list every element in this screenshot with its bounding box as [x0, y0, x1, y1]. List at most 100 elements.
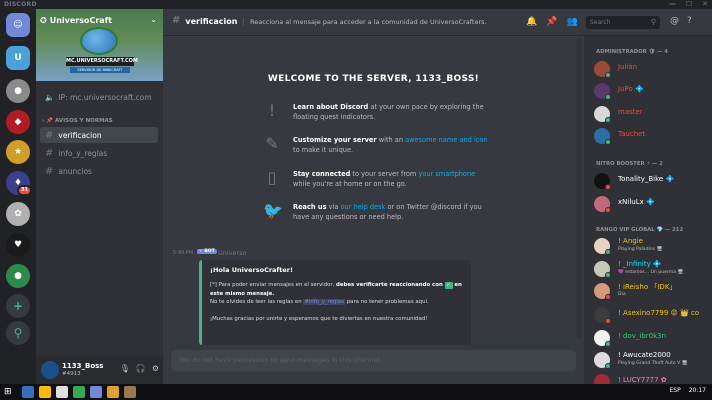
channel-mention[interactable]: #info_y_reglas: [303, 299, 346, 305]
server-icon-server-a[interactable]: ●: [6, 79, 30, 103]
clock[interactable]: 20:17: [689, 387, 706, 394]
tip-link[interactable]: your smartphone: [418, 170, 475, 178]
microphone-icon[interactable]: 🎙: [120, 364, 130, 373]
server-icon-server-c[interactable]: ★: [6, 140, 30, 164]
server-icon-server-g[interactable]: ●: [6, 264, 30, 288]
taskbar-app-icon[interactable]: [124, 386, 136, 398]
taskbar-app-icon[interactable]: [39, 386, 51, 398]
server-icon-server-f[interactable]: ♥: [6, 233, 30, 257]
channel-verificacion[interactable]: # verificacion: [40, 127, 158, 143]
status-indicator: [605, 207, 611, 213]
tip-link[interactable]: our help desk: [341, 203, 386, 211]
username: 1133_Boss: [62, 362, 104, 370]
server-separator: [12, 40, 24, 41]
member-item[interactable]: xNiluLx 💠: [594, 195, 708, 215]
avatar[interactable]: [41, 361, 59, 379]
member-activity: Playing Grand Theft Auto V 🖥: [618, 361, 688, 366]
server-icon-universocraft[interactable]: U: [6, 46, 30, 70]
status-indicator: [605, 272, 611, 278]
taskbar-app-icon[interactable]: [107, 386, 119, 398]
title-bar: DISCORD — ☐ ✕: [0, 0, 712, 9]
mention-badge: 31: [17, 185, 32, 196]
close-icon[interactable]: ✕: [702, 0, 708, 9]
taskbar-app-icon[interactable]: [73, 386, 85, 398]
server-name-row[interactable]: ✪ UniversoCraft: [40, 16, 112, 25]
help-icon[interactable]: ?: [687, 16, 692, 26]
message-input[interactable]: You do not have permission to send messa…: [171, 350, 576, 371]
embed-text: ¡Muchas gracias por unirte y esperamos q…: [210, 316, 428, 322]
status-indicator: [605, 72, 611, 78]
member-item[interactable]: ! Angie Playing Paladins 🖥: [594, 237, 708, 257]
server-icon-server-e[interactable]: ✿: [6, 202, 30, 226]
member-item[interactable]: ! _Infinity 💠 💜 estamos... Un puerma 🖥: [594, 260, 708, 280]
member-name: ! dov_ibr0k3n: [618, 332, 667, 340]
member-category: ADMINISTRADOR 🛡 — 4: [596, 49, 668, 55]
embed-title: ¡Hola UniversoCrafter!: [210, 266, 293, 274]
maximize-icon[interactable]: ☐: [686, 0, 692, 9]
pin-icon[interactable]: 📌: [546, 17, 557, 27]
embed-text: [*] Para poder enviar mensajes en el ser…: [210, 282, 337, 288]
status-indicator: [605, 184, 611, 190]
user-panel: 1133_Boss #4913 🎙 🎧 ⚙: [36, 356, 163, 384]
member-item[interactable]: Tauchet: [594, 127, 708, 147]
server-logo: [80, 27, 118, 55]
language-indicator[interactable]: ESP: [669, 387, 680, 394]
app-title: DISCORD: [4, 1, 37, 8]
server-banner[interactable]: ✪ UniversoCraft ⌄ MC.UNIVERSOCRAFT.COM S…: [36, 9, 163, 81]
taskbar-app-icon[interactable]: [56, 386, 68, 398]
chevron-down-icon[interactable]: ⌄: [150, 15, 157, 24]
notification-bell-icon[interactable]: 🔔: [526, 17, 537, 27]
explore-servers-icon[interactable]: ⚲: [6, 321, 30, 345]
server-name: UniversoCraft: [49, 16, 112, 25]
windows-start-icon[interactable]: ⊞: [4, 387, 12, 397]
member-name: ! Angie: [618, 237, 643, 245]
ip-voice-channel[interactable]: 🔈 IP: mc.universocraft.com: [45, 93, 152, 102]
server-icon-server-d[interactable]: ♦ 31: [6, 171, 32, 196]
taskbar-app-icon[interactable]: [90, 386, 102, 398]
search-placeholder: Search: [590, 19, 611, 26]
scrollbar[interactable]: [577, 38, 581, 338]
welcome-tip: ! Learn about Discord at your own pace by…: [263, 102, 493, 122]
members-icon[interactable]: 👥: [566, 17, 577, 27]
member-name: Tonality_Bike 💠: [618, 175, 675, 183]
category-avisos[interactable]: › 📌 AVISOS Y NORMAS: [42, 118, 113, 124]
pin-icon: 📌: [46, 118, 54, 124]
channel-info_y_reglas[interactable]: # info_y_reglas: [40, 145, 158, 161]
hash-icon: #: [45, 147, 54, 159]
tip-icon: !: [268, 101, 276, 120]
settings-gear-icon[interactable]: ⚙: [152, 364, 159, 373]
minimize-icon[interactable]: —: [669, 0, 676, 9]
windows-taskbar: ⊞ ESP 20:17: [0, 384, 712, 400]
search-input[interactable]: Search ⚲: [586, 16, 660, 29]
tip-text: Customize your server with an awesome na…: [293, 135, 493, 155]
message-author[interactable]: Universo: [218, 249, 247, 257]
server-list: ☺ U ● ◆ ★ ♦ 31 ✿ ♥ ● + ⚲: [0, 9, 36, 384]
member-item[interactable]: ! dov_ibr0k3n: [594, 329, 708, 349]
bot-badge: ✓ BOT: [197, 249, 217, 254]
member-item[interactable]: master: [594, 105, 708, 125]
member-item[interactable]: ! Asexino7799 😡 👑 co: [594, 306, 708, 326]
member-item[interactable]: ! Awucate2000 Playing Grand Theft Auto V …: [594, 351, 708, 371]
mention-icon[interactable]: @: [670, 16, 679, 26]
status-indicator: [605, 117, 611, 123]
server-icon-home[interactable]: ☺: [6, 13, 30, 37]
hash-icon: #: [45, 129, 54, 141]
server-badge-icon: ✪: [40, 16, 47, 25]
user-tag: #4913: [62, 371, 81, 377]
member-item[interactable]: ! LUCY7777 ✿: [594, 373, 708, 384]
add-server-icon[interactable]: +: [6, 294, 30, 318]
hash-icon: #: [172, 15, 181, 26]
tip-link[interactable]: awesome name and icon: [405, 136, 488, 144]
member-item[interactable]: JuPo 💠: [594, 82, 708, 102]
taskbar-app-icon[interactable]: [22, 386, 34, 398]
server-icon-server-b[interactable]: ◆: [6, 110, 30, 134]
headphones-icon[interactable]: 🎧: [136, 364, 146, 373]
tip-body: while you're at home or on the go.: [293, 180, 407, 188]
ip-channel-label: IP: mc.universocraft.com: [58, 93, 152, 102]
channel-anuncios[interactable]: # anuncios: [40, 163, 158, 179]
member-item[interactable]: Julián: [594, 60, 708, 80]
member-item[interactable]: ! iReisho 「IDK」 Dia: [594, 282, 708, 302]
member-item[interactable]: Tonality_Bike 💠: [594, 172, 708, 192]
tip-body: to make it unique.: [293, 146, 354, 154]
embed-text: No te olvides de leer las reglas en: [210, 299, 304, 305]
